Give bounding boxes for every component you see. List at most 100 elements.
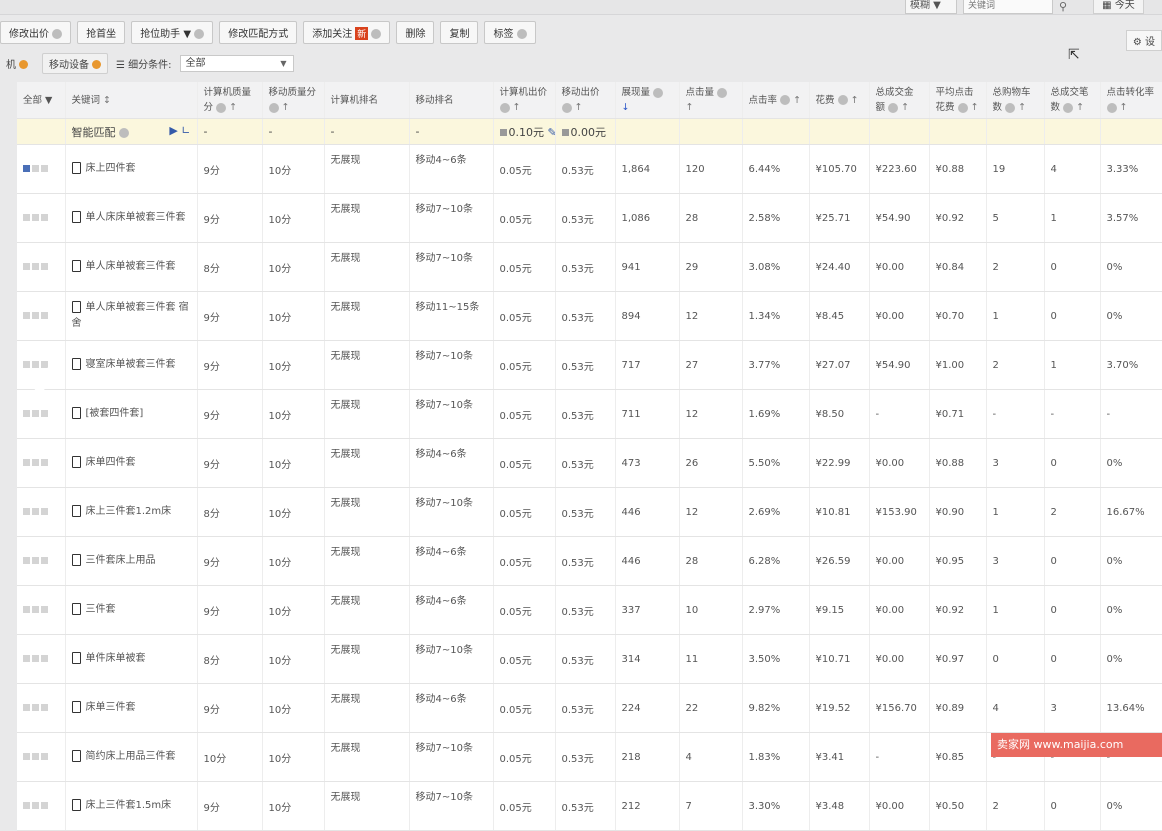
tag-button[interactable]: 标签 <box>484 20 536 44</box>
row-status-cell[interactable] <box>17 683 66 733</box>
smart-mobile-bid[interactable]: 0.00元 <box>555 118 616 145</box>
pc-filter[interactable]: 机 <box>0 54 34 73</box>
cost-header[interactable]: 花费 ↑ <box>809 82 870 119</box>
cell-mbid[interactable]: 0.53元 <box>555 340 616 390</box>
cell-imp: 446 <box>615 487 680 537</box>
cell-mr: 移动4~6条 <box>409 585 494 635</box>
cell-mbid[interactable]: 0.53元 <box>555 781 616 831</box>
cell-pb[interactable]: 0.05元 <box>493 585 556 635</box>
cell-mbid[interactable]: 0.53元 <box>555 487 616 537</box>
cell-pb[interactable]: 0.05元 <box>493 291 556 341</box>
cell-pb[interactable]: 0.05元 <box>493 340 556 390</box>
delete-button[interactable]: 删除 <box>396 20 435 44</box>
search-icon[interactable]: ⚲ <box>1059 0 1067 13</box>
cell-mbid[interactable]: 0.53元 <box>555 634 616 684</box>
select-all-header[interactable]: 全部 ▼ <box>17 82 66 119</box>
keyword-header[interactable]: 关键词 ↕ <box>65 82 198 119</box>
keyword-cell[interactable]: 单人床床单被套三件套 <box>65 193 198 243</box>
edit-bid-button[interactable]: 修改出价 <box>0 20 72 44</box>
keyword-cell[interactable]: [被套四件套] <box>65 389 198 439</box>
pc-quality-header[interactable]: 计算机质量分 ↑ <box>197 82 263 119</box>
smart-pc-bid[interactable]: 0.10元 ✎ <box>493 118 556 145</box>
row-status-cell[interactable] <box>17 242 66 292</box>
gmv-header[interactable]: 总成交金额 ↑ <box>869 82 930 119</box>
play-chart-icon[interactable]: ▶ ∟ <box>169 124 190 137</box>
cpc-header[interactable]: 平均点击花费 ↑ <box>929 82 987 119</box>
keyword-cell[interactable]: 床单四件套 <box>65 438 198 488</box>
period-select[interactable]: ▦ 今天 <box>1093 0 1144 14</box>
impressions-header[interactable]: 展现量 ↓ <box>615 82 680 119</box>
cell-pb[interactable]: 0.05元 <box>493 389 556 439</box>
cell-pb[interactable]: 0.05元 <box>493 438 556 488</box>
mobile-quality-header[interactable]: 移动质量分 ↑ <box>262 82 325 119</box>
cell-mbid[interactable]: 0.53元 <box>555 193 616 243</box>
table-row: 三件套床上用品 9分 10分 无展现 移动4~6条 0.05元 0.53元 446 28 6.28… <box>17 536 1162 586</box>
cell-pb[interactable]: 0.05元 <box>493 683 556 733</box>
keyword-cell[interactable]: 寝室床单被套三件套 <box>65 340 198 390</box>
cell-mbid[interactable]: 0.53元 <box>555 683 616 733</box>
keyword-cell[interactable]: 单人床单被套三件套 宿舍 <box>65 291 198 341</box>
pc-bid-header[interactable]: 计算机出价 ↑ <box>493 82 556 119</box>
row-status-cell[interactable] <box>17 438 66 488</box>
cell-mbid[interactable]: 0.53元 <box>555 536 616 586</box>
table-row: 床上三件套1.5m床 9分 10分 无展现 移动7~10条 0.05元 0.53元 212 7 3… <box>17 781 1162 831</box>
cell-pb[interactable]: 0.05元 <box>493 781 556 831</box>
keyword-cell[interactable]: 三件套床上用品 <box>65 536 198 586</box>
cvr-header[interactable]: 点击转化率 ↑ <box>1100 82 1162 119</box>
row-status-cell[interactable] <box>17 487 66 537</box>
cell-pb[interactable]: 0.05元 <box>493 487 556 537</box>
row-status-cell[interactable] <box>17 144 66 194</box>
row-status-cell[interactable] <box>17 781 66 831</box>
add-follow-button[interactable]: 添加关注新 <box>303 20 391 44</box>
cell-mbid[interactable]: 0.53元 <box>555 585 616 635</box>
cell-mbid[interactable]: 0.53元 <box>555 438 616 488</box>
keyword-cell[interactable]: 简约床上用品三件套 <box>65 732 198 782</box>
edit-icon[interactable]: ✎ <box>548 126 555 139</box>
keyword-search-input[interactable] <box>963 0 1053 14</box>
keyword-cell[interactable]: 单人床单被套三件套 <box>65 242 198 292</box>
row-status-cell[interactable] <box>17 634 66 684</box>
keyword-cell[interactable]: 床上三件套1.2m床 <box>65 487 198 537</box>
settings-button[interactable]: ⚙ 设 <box>1125 30 1162 51</box>
mobile-bid-header[interactable]: 移动出价 ↑ <box>555 82 616 119</box>
mobile-filter[interactable]: 移动设备 <box>42 52 108 74</box>
cell-mbid[interactable]: 0.53元 <box>555 144 616 194</box>
copy-button[interactable]: 复制 <box>440 20 479 44</box>
period-label: 今天 <box>1114 0 1135 11</box>
keyword-cell[interactable]: 床单三件套 <box>65 683 198 733</box>
edit-match-button[interactable]: 修改匹配方式 <box>219 20 298 44</box>
cell-ctr: 2.69% <box>742 487 810 537</box>
cell-mbid[interactable]: 0.53元 <box>555 732 616 782</box>
cell-mbid[interactable]: 0.53元 <box>555 242 616 292</box>
cell-cvr: 0% <box>1100 291 1162 341</box>
new-badge: 新 <box>355 26 369 40</box>
position-helper-button[interactable]: 抢位助手 ▼ <box>131 20 214 44</box>
ctr-header[interactable]: 点击率 ↑ <box>742 82 810 119</box>
cell-pb[interactable]: 0.05元 <box>493 242 556 292</box>
cell-mbid[interactable]: 0.53元 <box>555 291 616 341</box>
previous-arrow-icon[interactable]: ❮ <box>28 364 65 408</box>
match-mode-select[interactable]: 模糊 ▼ <box>905 0 957 14</box>
keyword-cell[interactable]: 床上四件套 <box>65 144 198 194</box>
keyword-cell[interactable]: 三件套 <box>65 585 198 635</box>
cell-pb[interactable]: 0.05元 <box>493 732 556 782</box>
row-status-cell[interactable] <box>17 585 66 635</box>
cell-pb[interactable]: 0.05元 <box>493 634 556 684</box>
keyword-cell[interactable]: 床上三件套1.5m床 <box>65 781 198 831</box>
row-status-cell[interactable] <box>17 193 66 243</box>
cell-pb[interactable]: 0.05元 <box>493 193 556 243</box>
grab-first-button[interactable]: 抢首坐 <box>77 20 126 44</box>
segment-select[interactable]: 全部 <box>179 54 294 72</box>
orders-header[interactable]: 总成交笔数 ↑ <box>1044 82 1101 119</box>
cell-pb[interactable]: 0.05元 <box>493 536 556 586</box>
cell-pb[interactable]: 0.05元 <box>493 144 556 194</box>
cell-mb: 10分 <box>262 438 325 488</box>
row-status-cell[interactable] <box>17 732 66 782</box>
row-status-cell[interactable] <box>17 291 66 341</box>
cell-mbid[interactable]: 0.53元 <box>555 389 616 439</box>
cell-cvr: 3.70% <box>1100 340 1162 390</box>
cart-header[interactable]: 总购物车数 ↑ <box>986 82 1045 119</box>
row-status-cell[interactable] <box>17 536 66 586</box>
keyword-cell[interactable]: 单件床单被套 <box>65 634 198 684</box>
clicks-header[interactable]: 点击量 ↑ <box>679 82 743 119</box>
